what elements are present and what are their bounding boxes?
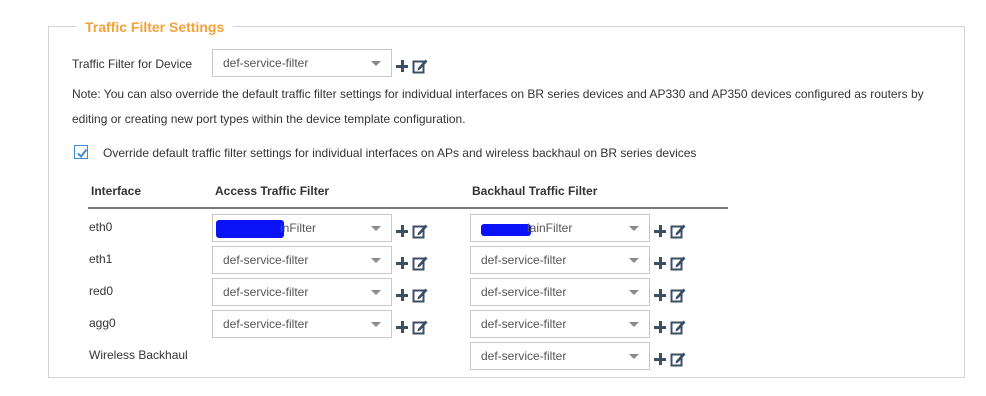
edit-access-filter-eth0-edit-icon[interactable] — [412, 223, 428, 239]
interface-wireless-backhaul-label: Wireless Backhaul — [89, 348, 188, 362]
edit-backhaul-filter-eth0-edit-icon[interactable] — [670, 223, 686, 239]
edit-access-filter-eth1-edit-icon[interactable] — [412, 255, 428, 271]
access-filter-select-eth0[interactable]: inFilter — [212, 214, 392, 242]
add-backhaul-filter-eth0-plus-icon[interactable] — [654, 225, 666, 237]
chevron-down-icon — [629, 322, 639, 327]
add-access-filter-agg0-plus-icon[interactable] — [396, 321, 408, 333]
add-access-filter-red0-plus-icon[interactable] — [396, 289, 408, 301]
edit-backhaul-filter-agg0-edit-icon[interactable] — [670, 319, 686, 335]
checkmark-icon — [77, 148, 88, 159]
access-filter-select-agg0[interactable]: def-service-filter — [212, 310, 392, 338]
add-access-filter-eth1-plus-icon[interactable] — [396, 257, 408, 269]
interface-eth1-label: eth1 — [89, 252, 113, 266]
chevron-down-icon — [629, 354, 639, 359]
chevron-down-icon — [629, 258, 639, 263]
add-backhaul-filter-wireless-plus-icon[interactable] — [654, 353, 666, 365]
override-checkbox[interactable] — [74, 145, 88, 159]
backhaul-filter-select-eth0[interactable]: lainFilter — [470, 214, 650, 242]
backhaul-filter-value-agg0: def-service-filter — [481, 317, 567, 331]
edit-access-filter-red0-edit-icon[interactable] — [412, 287, 428, 303]
backhaul-filter-select-red0[interactable]: def-service-filter — [470, 278, 650, 306]
header-interface: Interface — [91, 184, 142, 198]
backhaul-filter-value-eth1: def-service-filter — [481, 253, 567, 267]
section-title: Traffic Filter Settings — [76, 17, 234, 37]
edit-backhaul-filter-eth1-edit-icon[interactable] — [670, 255, 686, 271]
header-backhaul-traffic-filter: Backhaul Traffic Filter — [472, 184, 598, 198]
add-backhaul-filter-agg0-plus-icon[interactable] — [654, 321, 666, 333]
backhaul-filter-select-eth1[interactable]: def-service-filter — [470, 246, 650, 274]
access-filter-value-red0: def-service-filter — [223, 285, 309, 299]
override-label: Override default traffic filter settings… — [103, 146, 697, 160]
interface-agg0-label: agg0 — [89, 316, 116, 330]
backhaul-filter-value-wireless-backhaul: def-service-filter — [481, 349, 567, 363]
chevron-down-icon — [371, 258, 381, 263]
edit-backhaul-filter-wireless-edit-icon[interactable] — [670, 351, 686, 367]
chevron-down-icon — [371, 322, 381, 327]
edit-access-filter-agg0-edit-icon[interactable] — [412, 319, 428, 335]
interface-eth0-label: eth0 — [89, 220, 113, 234]
add-access-filter-eth0-plus-icon[interactable] — [396, 225, 408, 237]
backhaul-filter-value-eth0: lainFilter — [527, 221, 573, 235]
access-filter-select-eth1[interactable]: def-service-filter — [212, 246, 392, 274]
table-header-divider — [88, 207, 728, 209]
access-filter-value-agg0: def-service-filter — [223, 317, 309, 331]
backhaul-filter-select-agg0[interactable]: def-service-filter — [470, 310, 650, 338]
edit-backhaul-filter-red0-edit-icon[interactable] — [670, 287, 686, 303]
redaction-mark — [216, 220, 284, 238]
backhaul-filter-select-wireless-backhaul[interactable]: def-service-filter — [470, 342, 650, 370]
chevron-down-icon — [371, 226, 381, 231]
backhaul-filter-value-red0: def-service-filter — [481, 285, 567, 299]
chevron-down-icon — [629, 290, 639, 295]
note-line-2: editing or creating new port types withi… — [72, 112, 466, 126]
device-filter-label: Traffic Filter for Device — [72, 57, 193, 71]
add-backhaul-filter-red0-plus-icon[interactable] — [654, 289, 666, 301]
chevron-down-icon — [371, 61, 381, 66]
redaction-mark — [481, 224, 531, 236]
device-filter-value: def-service-filter — [223, 56, 309, 70]
note-line-1: Note: You can also override the default … — [72, 87, 924, 101]
interface-red0-label: red0 — [89, 284, 114, 298]
header-access-traffic-filter: Access Traffic Filter — [215, 184, 330, 198]
access-filter-select-red0[interactable]: def-service-filter — [212, 278, 392, 306]
chevron-down-icon — [629, 226, 639, 231]
access-filter-value-eth1: def-service-filter — [223, 253, 309, 267]
add-backhaul-filter-eth1-plus-icon[interactable] — [654, 257, 666, 269]
chevron-down-icon — [371, 290, 381, 295]
edit-device-filter-edit-icon[interactable] — [412, 58, 428, 74]
access-filter-value-eth0: inFilter — [280, 221, 317, 235]
add-device-filter-plus-icon[interactable] — [396, 60, 408, 72]
device-filter-select[interactable]: def-service-filter — [212, 49, 392, 77]
